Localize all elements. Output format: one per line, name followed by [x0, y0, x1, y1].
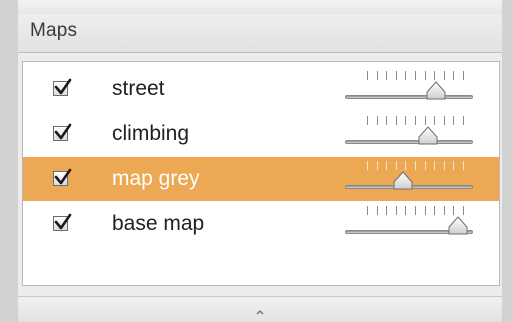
tick-mark: [443, 161, 445, 170]
checkmark-icon: [54, 123, 72, 140]
tick-mark: [453, 71, 455, 80]
tick-mark: [415, 71, 416, 80]
tick-mark: [434, 71, 436, 80]
tick-mark: [405, 71, 407, 80]
opacity-slider-thumb[interactable]: [417, 126, 439, 146]
triangle-thumb-icon: [448, 216, 468, 235]
triangle-thumb-icon: [418, 126, 438, 145]
opacity-tick-marks: [367, 206, 467, 216]
tick-mark: [395, 161, 397, 170]
tick-mark: [434, 206, 436, 215]
tick-mark: [367, 71, 368, 80]
layer-row-base-map[interactable]: base map: [23, 202, 499, 246]
layer-label: street: [112, 77, 165, 100]
tick-mark: [453, 116, 455, 125]
tick-mark: [405, 161, 407, 170]
tick-mark: [424, 116, 426, 125]
checkmark-icon: [54, 78, 72, 95]
tick-mark: [443, 116, 445, 125]
tick-mark: [463, 161, 464, 170]
layer-row-climbing[interactable]: climbing: [23, 112, 499, 156]
checkmark-icon: [54, 168, 72, 185]
tick-mark: [386, 71, 388, 80]
tick-mark: [367, 206, 368, 215]
tick-mark: [415, 206, 416, 215]
tick-mark: [463, 71, 464, 80]
opacity-tick-marks: [367, 161, 467, 171]
panel-header: Maps: [18, 14, 502, 53]
chevron-up-icon[interactable]: [254, 303, 266, 315]
tick-mark: [405, 116, 407, 125]
tick-mark: [424, 71, 426, 80]
tick-mark: [415, 116, 416, 125]
checkmark-icon: [54, 213, 72, 230]
layer-checkbox[interactable]: [53, 213, 72, 231]
tick-mark: [376, 161, 378, 170]
triangle-thumb-icon: [393, 171, 413, 190]
tick-mark: [386, 161, 388, 170]
layer-list: street climbing map grey base map: [22, 61, 500, 286]
opacity-tick-marks: [367, 71, 467, 81]
layer-checkbox[interactable]: [53, 168, 72, 186]
tick-mark: [434, 161, 436, 170]
opacity-slider-thumb[interactable]: [392, 171, 414, 191]
tick-mark: [376, 206, 378, 215]
tick-mark: [395, 116, 397, 125]
layer-label: map grey: [112, 167, 200, 190]
tick-mark: [367, 116, 368, 125]
window-top-strip: [18, 0, 502, 14]
opacity-slider-thumb[interactable]: [425, 81, 447, 101]
opacity-slider-thumb[interactable]: [447, 216, 469, 236]
panel-title: Maps: [30, 20, 78, 41]
tick-mark: [395, 206, 397, 215]
tick-mark: [376, 116, 378, 125]
tick-mark: [367, 161, 368, 170]
tick-mark: [424, 161, 426, 170]
tick-mark: [443, 206, 445, 215]
tick-mark: [434, 116, 436, 125]
panel-bottom-bar: [18, 296, 502, 322]
tick-mark: [405, 206, 407, 215]
layer-label: climbing: [112, 122, 190, 145]
tick-mark: [386, 116, 388, 125]
tick-mark: [386, 206, 388, 215]
tick-mark: [453, 206, 455, 215]
tick-mark: [463, 206, 464, 215]
layer-row-map-grey[interactable]: map grey: [23, 157, 499, 201]
tick-mark: [453, 161, 455, 170]
layer-checkbox[interactable]: [53, 123, 72, 141]
opacity-tick-marks: [367, 116, 467, 126]
tick-mark: [424, 206, 426, 215]
opacity-slider-track[interactable]: [345, 140, 473, 144]
layer-checkbox[interactable]: [53, 78, 72, 96]
tick-mark: [415, 161, 416, 170]
tick-mark: [463, 116, 464, 125]
tick-mark: [395, 71, 397, 80]
maps-panel: Maps street climbing map grey base map: [18, 0, 502, 322]
layer-row-street[interactable]: street: [23, 67, 499, 111]
tick-mark: [376, 71, 378, 80]
triangle-thumb-icon: [426, 81, 445, 100]
tick-mark: [443, 71, 445, 80]
opacity-slider-track[interactable]: [345, 95, 473, 99]
layer-label: base map: [112, 212, 205, 235]
